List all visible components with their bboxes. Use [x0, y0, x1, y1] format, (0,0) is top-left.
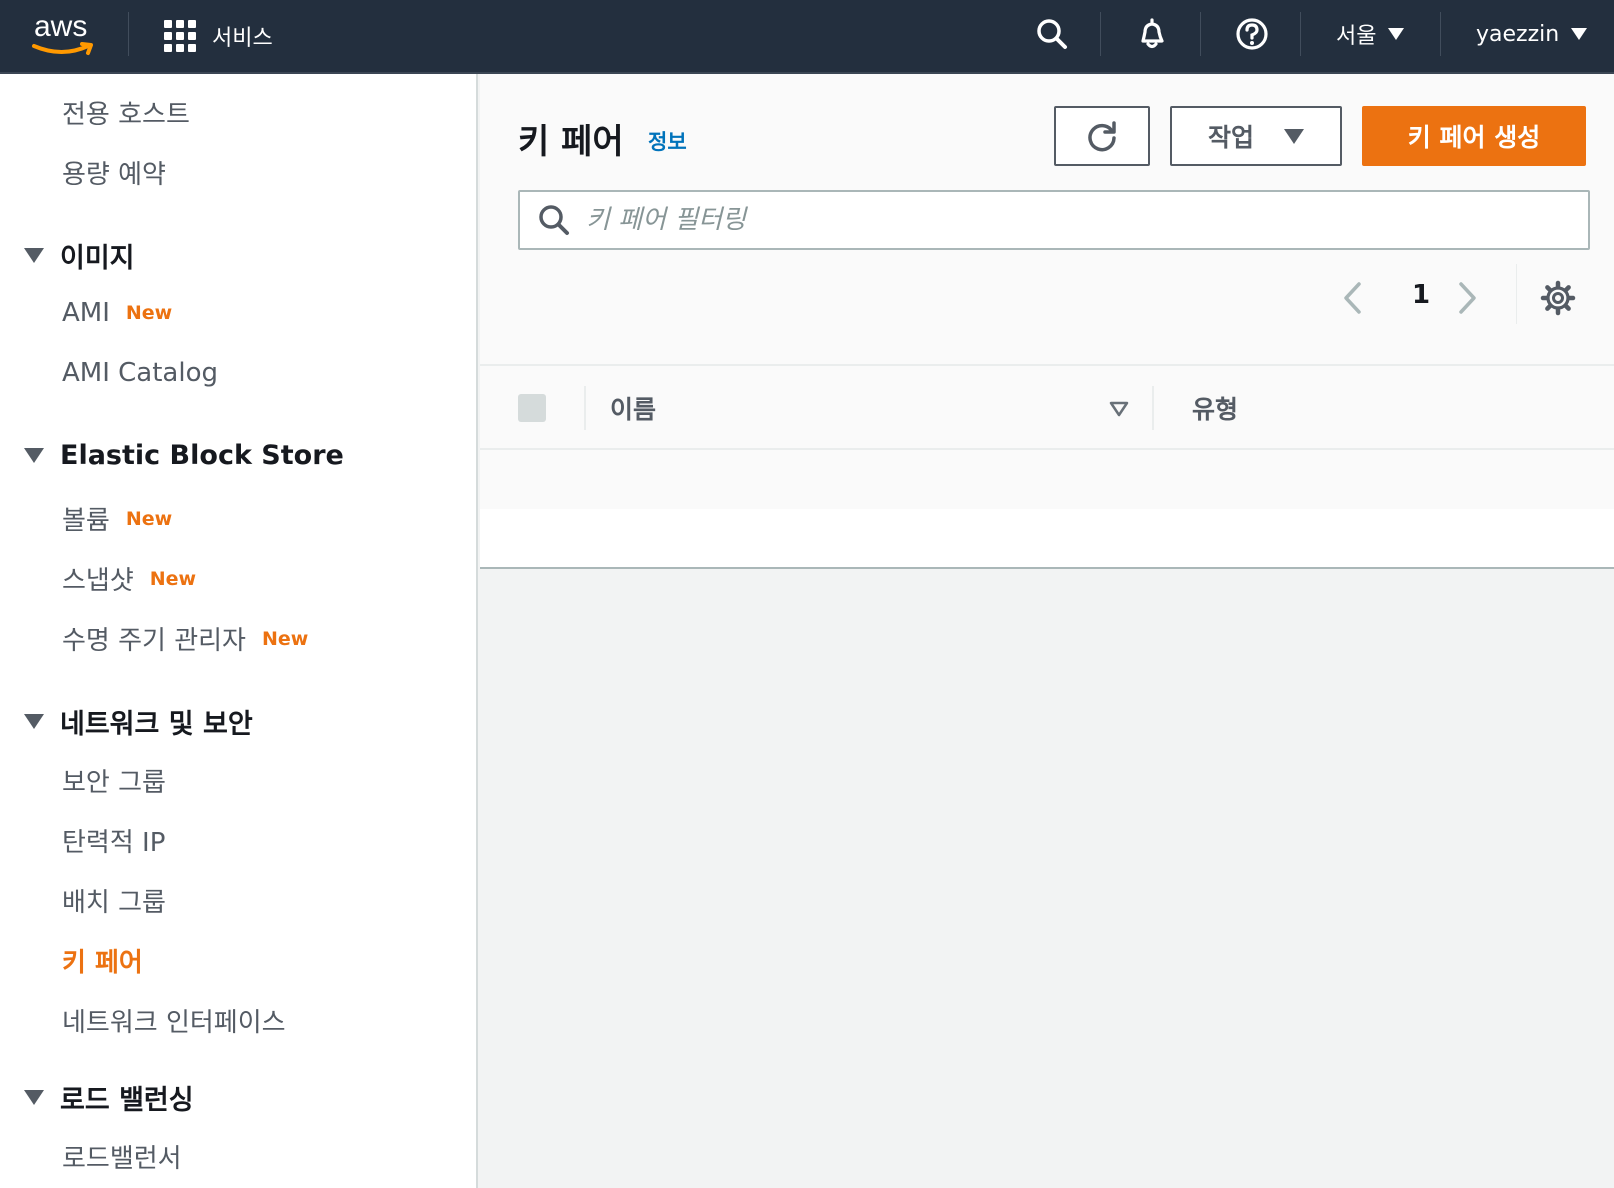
sidebar-item-label: AMI Catalog: [62, 358, 218, 388]
sidebar-item-load-balancers[interactable]: 로드밸런서: [62, 1138, 182, 1175]
sidebar-item-volumes[interactable]: 볼륨 New: [62, 500, 172, 537]
aws-smile-icon: [32, 42, 93, 55]
triangle-down-icon: [24, 714, 44, 729]
top-nav: aws 서비스 서울 yaezzin: [0, 0, 1614, 74]
info-link[interactable]: 정보: [648, 126, 687, 156]
section-title: 이미지: [60, 243, 135, 274]
user-menu[interactable]: yaezzin: [1476, 14, 1588, 54]
caret-down-icon: [1388, 28, 1405, 40]
table-header: 이름 유형: [480, 364, 1614, 450]
help-icon[interactable]: [1232, 14, 1272, 54]
triangle-down-icon: [24, 248, 44, 263]
prev-page-button[interactable]: [1340, 272, 1364, 324]
sidebar-section-ebs[interactable]: Elastic Block Store: [24, 440, 344, 471]
services-menu[interactable]: 서비스: [164, 16, 273, 56]
sidebar-item-capacity-reservations[interactable]: 용량 예약: [62, 154, 166, 191]
filter-input[interactable]: [586, 205, 1486, 235]
actions-label: 작업: [1207, 123, 1254, 152]
nav-divider: [1200, 12, 1201, 56]
key-pairs-panel: 키 페어 정보 작업 키 페어 생성 1: [480, 74, 1614, 509]
sidebar-item-ami[interactable]: AMI New: [62, 298, 172, 328]
sidebar-item-ami-catalog[interactable]: AMI Catalog: [62, 358, 218, 388]
region-selector[interactable]: 서울: [1336, 14, 1405, 54]
services-grid-icon: [164, 20, 196, 52]
column-divider: [584, 386, 586, 430]
sidebar-item-network-interfaces[interactable]: 네트워크 인터페이스: [62, 1002, 286, 1039]
triangle-down-icon: [24, 1090, 44, 1105]
services-label: 서비스: [212, 26, 273, 51]
column-header-name[interactable]: 이름: [610, 390, 656, 426]
aws-logo-text: aws: [34, 10, 88, 43]
sidebar-item-dedicated-hosts[interactable]: 전용 호스트: [62, 94, 190, 131]
new-badge: New: [125, 507, 173, 530]
sidebar-section-images[interactable]: 이미지: [24, 236, 135, 275]
gear-icon: [1540, 280, 1576, 316]
table-body-empty: [480, 509, 1614, 569]
sidebar-item-key-pairs[interactable]: 키 페어: [62, 942, 143, 979]
sidebar-item-label: 수명 주기 관리자: [62, 626, 246, 656]
sidebar-item-label: 용량 예약: [62, 160, 166, 190]
section-title: 네트워크 및 보안: [60, 709, 253, 740]
sidebar-item-label: 볼륨: [62, 506, 110, 536]
main-content: 키 페어 정보 작업 키 페어 생성 1: [480, 74, 1614, 1188]
sidebar: 전용 호스트 용량 예약 이미지 AMI New AMI Catalog Ela…: [0, 74, 478, 1188]
next-page-button[interactable]: [1456, 272, 1480, 324]
user-label: yaezzin: [1476, 21, 1560, 47]
sidebar-section-load-balancing[interactable]: 로드 밸런싱: [24, 1078, 194, 1117]
refresh-icon: [1088, 121, 1116, 152]
sidebar-item-label: 배치 그룹: [62, 888, 166, 918]
select-all-checkbox[interactable]: [518, 394, 546, 422]
sidebar-item-label: 탄력적 IP: [62, 828, 166, 858]
new-badge: New: [125, 302, 173, 324]
bell-icon[interactable]: [1132, 14, 1172, 54]
page-number[interactable]: 1: [1412, 280, 1430, 310]
caret-down-icon: [1284, 128, 1304, 144]
aws-logo[interactable]: aws: [28, 8, 100, 60]
create-key-pair-button[interactable]: 키 페어 생성: [1362, 106, 1586, 166]
pager-divider: [1516, 264, 1517, 324]
chevron-right-icon: [1459, 282, 1476, 314]
page-title: 키 페어: [518, 122, 624, 162]
sidebar-item-label: 키 페어: [62, 948, 143, 978]
new-badge: New: [149, 567, 197, 590]
search-box: [518, 190, 1590, 250]
section-title: 로드 밸런싱: [60, 1085, 194, 1116]
search-icon[interactable]: [1032, 14, 1072, 54]
nav-divider: [1100, 12, 1101, 56]
sidebar-item-label: 스냅샷: [62, 566, 134, 596]
sidebar-item-label: 전용 호스트: [62, 100, 190, 130]
caret-down-icon: [1571, 28, 1588, 40]
section-title: Elastic Block Store: [60, 440, 344, 471]
sidebar-item-label: 보안 그룹: [62, 768, 166, 798]
chevron-left-icon: [1344, 282, 1361, 314]
search-icon: [539, 205, 569, 235]
actions-dropdown[interactable]: 작업: [1170, 106, 1342, 166]
sidebar-section-network-security[interactable]: 네트워크 및 보안: [24, 702, 253, 741]
sidebar-item-label: AMI: [62, 298, 110, 328]
triangle-down-icon: [24, 448, 44, 463]
column-divider: [1152, 386, 1154, 430]
nav-divider: [128, 12, 129, 56]
sidebar-item-label: 로드밸런서: [62, 1144, 182, 1174]
nav-divider: [1440, 12, 1441, 56]
refresh-button[interactable]: [1054, 106, 1150, 166]
sidebar-item-lifecycle-manager[interactable]: 수명 주기 관리자 New: [62, 620, 308, 657]
sidebar-item-security-groups[interactable]: 보안 그룹: [62, 762, 166, 799]
sidebar-item-elastic-ip[interactable]: 탄력적 IP: [62, 822, 165, 859]
sidebar-item-label: 네트워크 인터페이스: [62, 1008, 286, 1038]
nav-divider: [1300, 12, 1301, 56]
column-header-type[interactable]: 유형: [1192, 390, 1238, 426]
settings-button[interactable]: [1540, 272, 1576, 324]
sidebar-item-placement-groups[interactable]: 배치 그룹: [62, 882, 166, 919]
new-badge: New: [261, 627, 309, 650]
sidebar-item-snapshots[interactable]: 스냅샷 New: [62, 560, 196, 597]
region-label: 서울: [1336, 24, 1377, 49]
sort-icon[interactable]: [1108, 400, 1130, 418]
